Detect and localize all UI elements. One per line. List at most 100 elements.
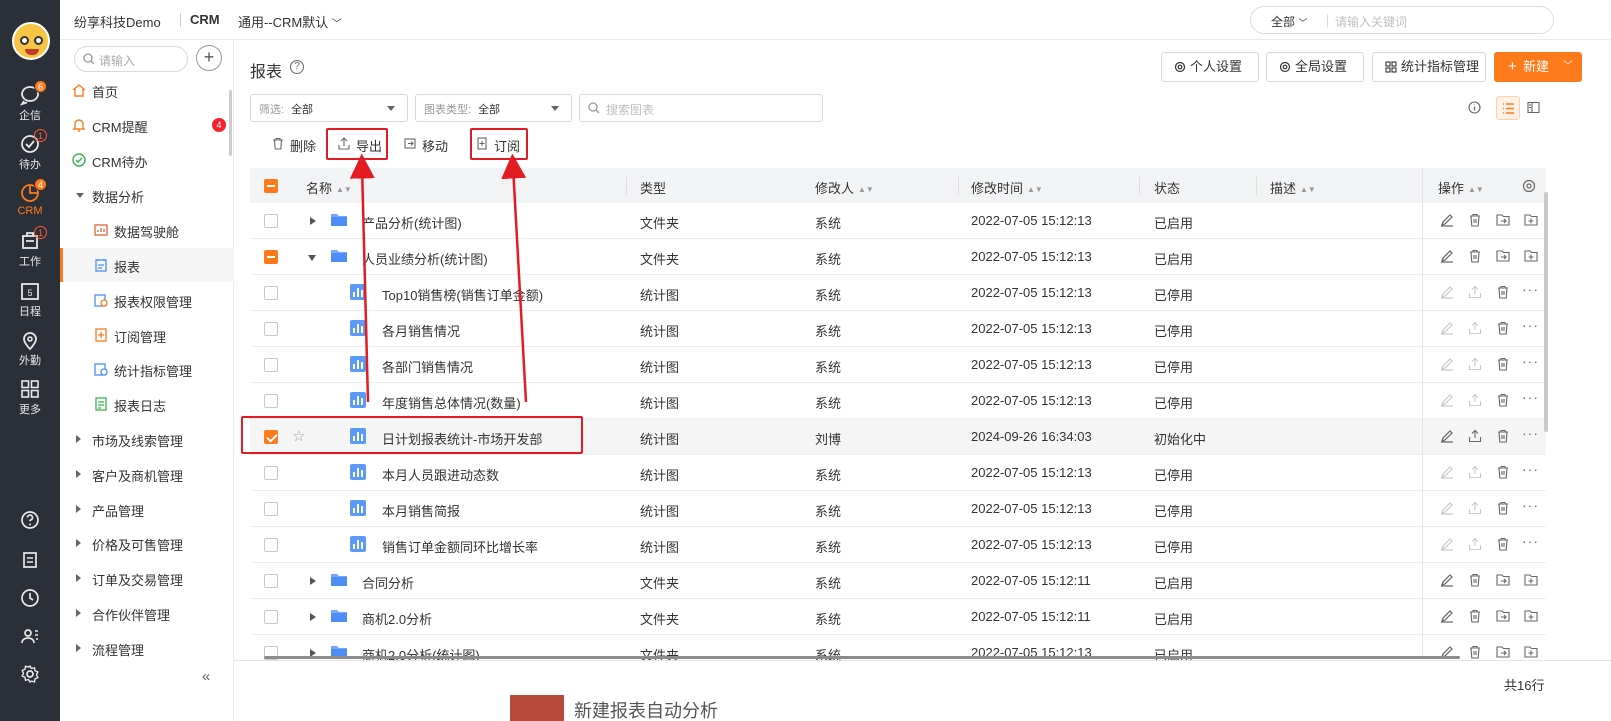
row-checkbox[interactable] <box>264 250 278 264</box>
sidebar-item-marketing[interactable]: 市场及线索管理 <box>60 422 234 456</box>
column-header-modifier[interactable]: 修改人 ▲▼ <box>815 178 874 197</box>
rail-item-field[interactable]: 外勤 <box>0 329 60 377</box>
edit-icon[interactable] <box>1440 537 1456 553</box>
export-icon[interactable] <box>1468 429 1484 445</box>
move-folder-icon[interactable] <box>1496 249 1512 265</box>
chart-type-select[interactable]: 图表类型: 全部 <box>415 94 572 122</box>
sidebar-search-input[interactable]: 请输入 <box>99 52 135 69</box>
sidebar-item-crm-todo[interactable]: CRM待办 <box>60 143 234 177</box>
chart-search-input[interactable]: 搜索图表 <box>606 101 654 118</box>
column-header-name[interactable]: 名称 ▲▼ <box>306 178 352 197</box>
row-checkbox[interactable] <box>264 394 278 408</box>
cell-name[interactable]: 本月人员跟进动态数 <box>382 465 499 484</box>
expand-row-icon[interactable] <box>310 217 316 225</box>
add-folder-icon[interactable] <box>1524 249 1540 265</box>
trash-icon[interactable] <box>1496 357 1512 373</box>
cell-name[interactable]: 商机2.0分析 <box>362 609 432 628</box>
sidebar-item-process[interactable]: 流程管理 <box>60 631 234 665</box>
add-folder-icon[interactable] <box>1524 609 1540 625</box>
global-settings-button[interactable]: 全局设置 <box>1266 52 1364 82</box>
row-checkbox[interactable] <box>264 502 278 516</box>
edit-icon[interactable] <box>1440 357 1456 373</box>
sidebar-item-report[interactable]: 报表 <box>60 248 234 282</box>
edit-icon[interactable] <box>1440 429 1456 445</box>
rail-item-todo[interactable]: 待办 1 <box>0 129 60 181</box>
sidebar-search[interactable]: 请输入 <box>74 46 188 72</box>
settings-button[interactable] <box>0 664 60 692</box>
table-row[interactable]: 各部门销售情况 统计图 系统 2022-07-05 15:12:13 已停用 ··· <box>250 347 1546 383</box>
edit-icon[interactable] <box>1440 213 1456 229</box>
sidebar-item-dashboard[interactable]: 数据驾驶舱 <box>60 213 234 247</box>
trash-icon[interactable] <box>1468 645 1484 661</box>
row-checkbox[interactable] <box>264 286 278 300</box>
export-icon[interactable] <box>1468 393 1484 409</box>
row-checkbox[interactable] <box>264 214 278 228</box>
table-row[interactable]: 商机2.0分析 文件夹 系统 2022-07-05 15:12:11 已启用 <box>250 599 1546 635</box>
table-row[interactable]: 本月销售简报 统计图 系统 2022-07-05 15:12:13 已停用 ··· <box>250 491 1546 527</box>
view-switcher[interactable]: 通用--CRM默认 ﹀ <box>238 12 342 31</box>
rail-item-messages[interactable]: 企信 6 <box>0 80 60 132</box>
trash-icon[interactable] <box>1468 213 1484 229</box>
cell-name[interactable]: 产品分析(统计图) <box>362 213 462 232</box>
expand-row-icon[interactable] <box>310 613 316 621</box>
chart-search[interactable]: 搜索图表 <box>579 94 823 122</box>
row-checkbox[interactable] <box>264 466 278 480</box>
trash-icon[interactable] <box>1496 501 1512 517</box>
expand-row-icon[interactable] <box>310 577 316 585</box>
trash-icon[interactable] <box>1496 465 1512 481</box>
trash-icon[interactable] <box>1496 393 1512 409</box>
info-button[interactable] <box>1462 96 1486 120</box>
table-row[interactable]: Top10销售榜(销售订单金额) 统计图 系统 2022-07-05 15:12:13… <box>250 275 1546 311</box>
add-button[interactable]: + <box>196 45 222 71</box>
row-checkbox[interactable] <box>264 574 278 588</box>
table-row[interactable]: 人员业绩分析(统计图) 文件夹 系统 2022-07-05 15:12:13 已启用 <box>250 239 1546 275</box>
table-row[interactable]: 合同分析 文件夹 系统 2022-07-05 15:12:11 已启用 <box>250 563 1546 599</box>
list-view-button[interactable] <box>1496 96 1520 120</box>
cell-name[interactable]: 各部门销售情况 <box>382 357 473 376</box>
rail-item-more[interactable]: 更多 <box>0 378 60 426</box>
column-header-actions[interactable]: 操作 ▲▼ <box>1438 178 1484 197</box>
new-button[interactable]: + 新建 ﹀ <box>1494 52 1582 82</box>
more-icon[interactable]: ··· <box>1522 389 1539 405</box>
move-folder-icon[interactable] <box>1496 573 1512 589</box>
personal-settings-button[interactable]: 个人设置 <box>1161 52 1259 82</box>
export-icon[interactable] <box>1468 501 1484 517</box>
rail-item-calendar[interactable]: 5 日程 <box>0 280 60 328</box>
cell-name[interactable]: 年度销售总体情况(数量) <box>382 393 521 412</box>
column-header-description[interactable]: 描述 ▲▼ <box>1270 178 1316 197</box>
sidebar-item-order[interactable]: 订单及交易管理 <box>60 561 234 595</box>
cell-name[interactable]: Top10销售榜(销售订单金额) <box>382 285 543 304</box>
sidebar-item-partner[interactable]: 合作伙伴管理 <box>60 596 234 630</box>
sidebar-item-pricing[interactable]: 价格及可售管理 <box>60 526 234 560</box>
add-folder-icon[interactable] <box>1524 213 1540 229</box>
export-icon[interactable] <box>1468 285 1484 301</box>
card-view-button[interactable] <box>1521 96 1545 120</box>
move-folder-icon[interactable] <box>1496 645 1512 661</box>
cell-name[interactable]: 本月销售简报 <box>382 501 460 520</box>
more-icon[interactable]: ··· <box>1522 281 1539 297</box>
search-scope[interactable]: 全部 ﹀ <box>1271 13 1307 30</box>
edit-icon[interactable] <box>1440 573 1456 589</box>
sidebar-item-report-permission[interactable]: 报表权限管理 <box>60 283 234 317</box>
row-checkbox[interactable] <box>264 538 278 552</box>
more-icon[interactable]: ··· <box>1522 533 1539 549</box>
help-icon[interactable]: ? <box>290 60 304 74</box>
cell-name[interactable]: 合同分析 <box>362 573 414 592</box>
vertical-scrollbar[interactable] <box>1544 192 1548 432</box>
cell-name[interactable]: 各月销售情况 <box>382 321 460 340</box>
more-icon[interactable]: ··· <box>1522 461 1539 477</box>
row-checkbox[interactable] <box>264 322 278 336</box>
trash-icon[interactable] <box>1496 285 1512 301</box>
sidebar-item-customer[interactable]: 客户及商机管理 <box>60 457 234 491</box>
table-row[interactable]: 各月销售情况 统计图 系统 2022-07-05 15:12:13 已停用 ··· <box>250 311 1546 347</box>
cell-name[interactable]: 人员业绩分析(统计图) <box>362 249 488 268</box>
trash-icon[interactable] <box>1468 573 1484 589</box>
trash-icon[interactable] <box>1496 429 1512 445</box>
edit-icon[interactable] <box>1440 393 1456 409</box>
add-folder-icon[interactable] <box>1524 573 1540 589</box>
filter-select[interactable]: 筛选: 全部 <box>250 94 408 122</box>
table-row[interactable]: 本月人员跟进动态数 统计图 系统 2022-07-05 15:12:13 已停用 ··· <box>250 455 1546 491</box>
trash-icon[interactable] <box>1496 537 1512 553</box>
edit-icon[interactable] <box>1440 321 1456 337</box>
global-search-input[interactable]: 请输入关键词 <box>1335 13 1407 30</box>
